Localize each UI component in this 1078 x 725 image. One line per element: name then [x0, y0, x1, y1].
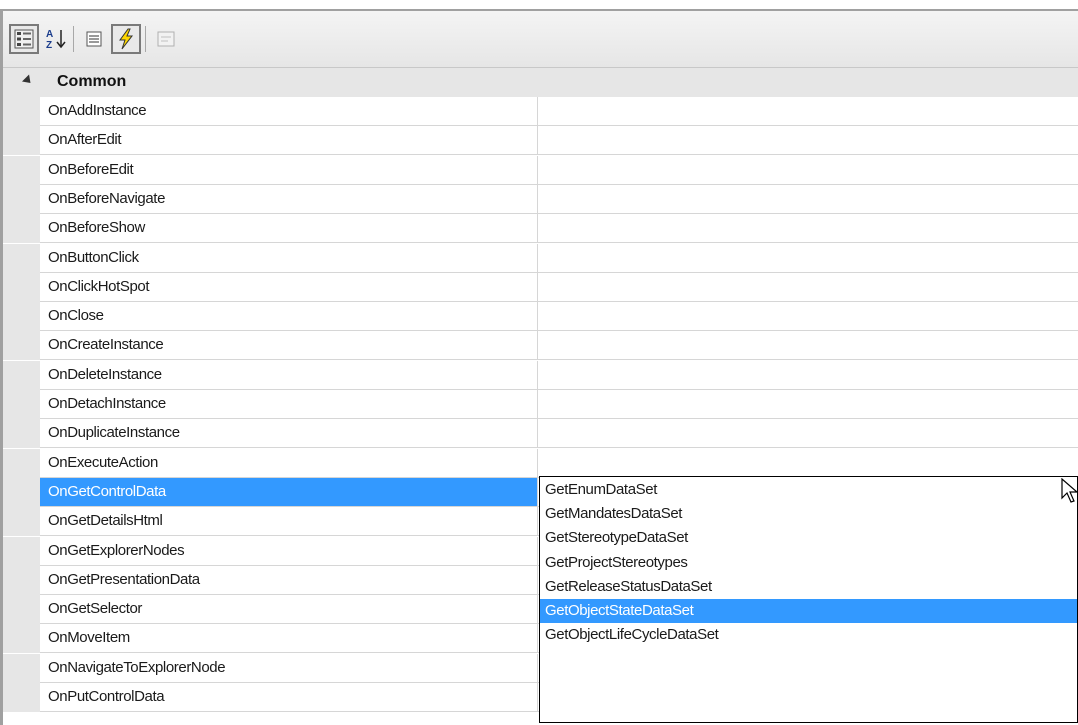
property-pages-icon — [157, 31, 175, 47]
property-value[interactable] — [538, 156, 1078, 185]
property-grid-toolbar: A Z — [3, 11, 1078, 68]
row-margin — [3, 448, 40, 478]
property-row[interactable]: OnAddInstance — [3, 97, 1078, 126]
property-name[interactable]: OnAfterEdit — [40, 126, 538, 156]
property-name[interactable]: OnButtonClick — [40, 243, 538, 273]
property-name[interactable]: OnBeforeShow — [40, 214, 538, 244]
row-margin — [3, 214, 40, 244]
property-name[interactable]: OnCreateInstance — [40, 331, 538, 361]
dropdown-option[interactable]: GetObjectStateDataSet — [540, 599, 1077, 623]
property-value[interactable] — [538, 97, 1078, 126]
property-value[interactable] — [538, 390, 1078, 419]
svg-text:Z: Z — [46, 40, 52, 51]
property-value[interactable] — [538, 419, 1078, 449]
property-value[interactable] — [538, 449, 1078, 478]
dropdown-option[interactable]: GetStereotypeDataSet — [540, 526, 1077, 550]
row-margin — [3, 536, 40, 566]
property-row[interactable]: OnDuplicateInstance — [3, 419, 1078, 449]
property-row[interactable]: OnExecuteAction — [3, 448, 1078, 478]
row-margin — [3, 272, 40, 302]
row-margin — [3, 595, 40, 625]
mouse-cursor-icon — [1061, 478, 1078, 503]
property-value[interactable] — [538, 185, 1078, 214]
value-dropdown-list[interactable]: GetEnumDataSet GetMandatesDataSet GetStere… — [539, 476, 1078, 723]
row-margin — [3, 390, 40, 419]
row-margin — [3, 624, 40, 654]
row-margin — [3, 507, 40, 537]
row-margin — [3, 243, 40, 273]
dropdown-option[interactable]: GetMandatesDataSet — [540, 502, 1077, 526]
property-value[interactable] — [538, 126, 1078, 156]
property-name[interactable]: OnGetPresentationData — [40, 565, 538, 595]
row-margin — [3, 126, 40, 156]
property-value[interactable] — [538, 214, 1078, 244]
property-value[interactable] — [538, 273, 1078, 302]
property-value[interactable] — [538, 302, 1078, 332]
row-margin — [3, 155, 40, 185]
property-name[interactable]: OnMoveItem — [40, 624, 538, 654]
dropdown-option[interactable]: GetProjectStereotypes — [540, 551, 1077, 575]
row-margin — [3, 683, 40, 712]
properties-icon — [86, 31, 102, 47]
row-margin — [3, 419, 40, 449]
row-margin — [3, 565, 40, 595]
property-name[interactable]: OnBeforeNavigate — [40, 184, 538, 214]
property-row[interactable]: OnDetachInstance — [3, 390, 1078, 419]
property-row[interactable]: OnAfterEdit — [3, 126, 1078, 156]
alphabetical-sort-button[interactable]: A Z — [41, 24, 71, 54]
property-value[interactable] — [538, 361, 1078, 390]
property-name[interactable]: OnBeforeEdit — [40, 155, 538, 185]
property-name[interactable]: OnDuplicateInstance — [40, 419, 538, 449]
row-margin — [3, 302, 40, 332]
row-margin — [3, 360, 40, 390]
property-value[interactable] — [538, 244, 1078, 273]
dropdown-option[interactable]: GetReleaseStatusDataSet — [540, 575, 1077, 599]
property-pages-button[interactable] — [151, 24, 181, 54]
property-row[interactable]: OnBeforeEdit — [3, 155, 1078, 185]
svg-text:A: A — [46, 29, 53, 40]
dropdown-option[interactable]: GetEnumDataSet — [540, 478, 1077, 502]
property-name[interactable]: OnDetachInstance — [40, 390, 538, 419]
property-row[interactable]: OnBeforeShow — [3, 214, 1078, 244]
property-name[interactable]: OnAddInstance — [40, 97, 538, 126]
property-value[interactable] — [538, 331, 1078, 361]
toolbar-separator — [145, 26, 146, 52]
property-row[interactable]: OnClose — [3, 302, 1078, 332]
categorized-icon — [14, 29, 34, 49]
property-row[interactable]: OnDeleteInstance — [3, 360, 1078, 390]
row-margin — [3, 97, 40, 126]
property-row[interactable]: OnCreateInstance — [3, 331, 1078, 361]
events-button[interactable] — [111, 24, 141, 54]
window-top-border — [0, 0, 1078, 11]
property-name[interactable]: OnDeleteInstance — [40, 360, 538, 390]
property-row[interactable]: OnClickHotSpot — [3, 272, 1078, 302]
toolbar-separator — [73, 26, 74, 52]
property-name[interactable]: OnNavigateToExplorerNode — [40, 653, 538, 683]
lightning-icon — [119, 28, 134, 50]
row-margin — [3, 184, 40, 214]
property-name[interactable]: OnGetControlData — [40, 477, 538, 507]
dropdown-option[interactable]: GetObjectLifeCycleDataSet — [540, 623, 1077, 647]
property-name[interactable]: OnPutControlData — [40, 683, 538, 712]
property-name[interactable]: OnGetDetailsHtml — [40, 507, 538, 537]
property-name[interactable]: OnClose — [40, 302, 538, 332]
property-row[interactable]: OnButtonClick — [3, 243, 1078, 273]
alphabetical-sort-icon: A Z — [46, 29, 66, 51]
properties-button[interactable] — [79, 24, 109, 54]
property-name[interactable]: OnClickHotSpot — [40, 272, 538, 302]
property-row[interactable]: OnBeforeNavigate — [3, 184, 1078, 214]
category-label: Common — [57, 73, 127, 90]
categorized-view-button[interactable] — [9, 24, 39, 54]
property-name[interactable]: OnExecuteAction — [40, 448, 538, 478]
property-name[interactable]: OnGetExplorerNodes — [40, 536, 538, 566]
row-margin — [3, 653, 40, 683]
property-name[interactable]: OnGetSelector — [40, 595, 538, 625]
row-margin — [3, 477, 40, 507]
collapse-arrow-icon[interactable] — [21, 74, 35, 87]
category-row-common[interactable]: Common — [3, 68, 1078, 97]
row-margin — [3, 331, 40, 361]
